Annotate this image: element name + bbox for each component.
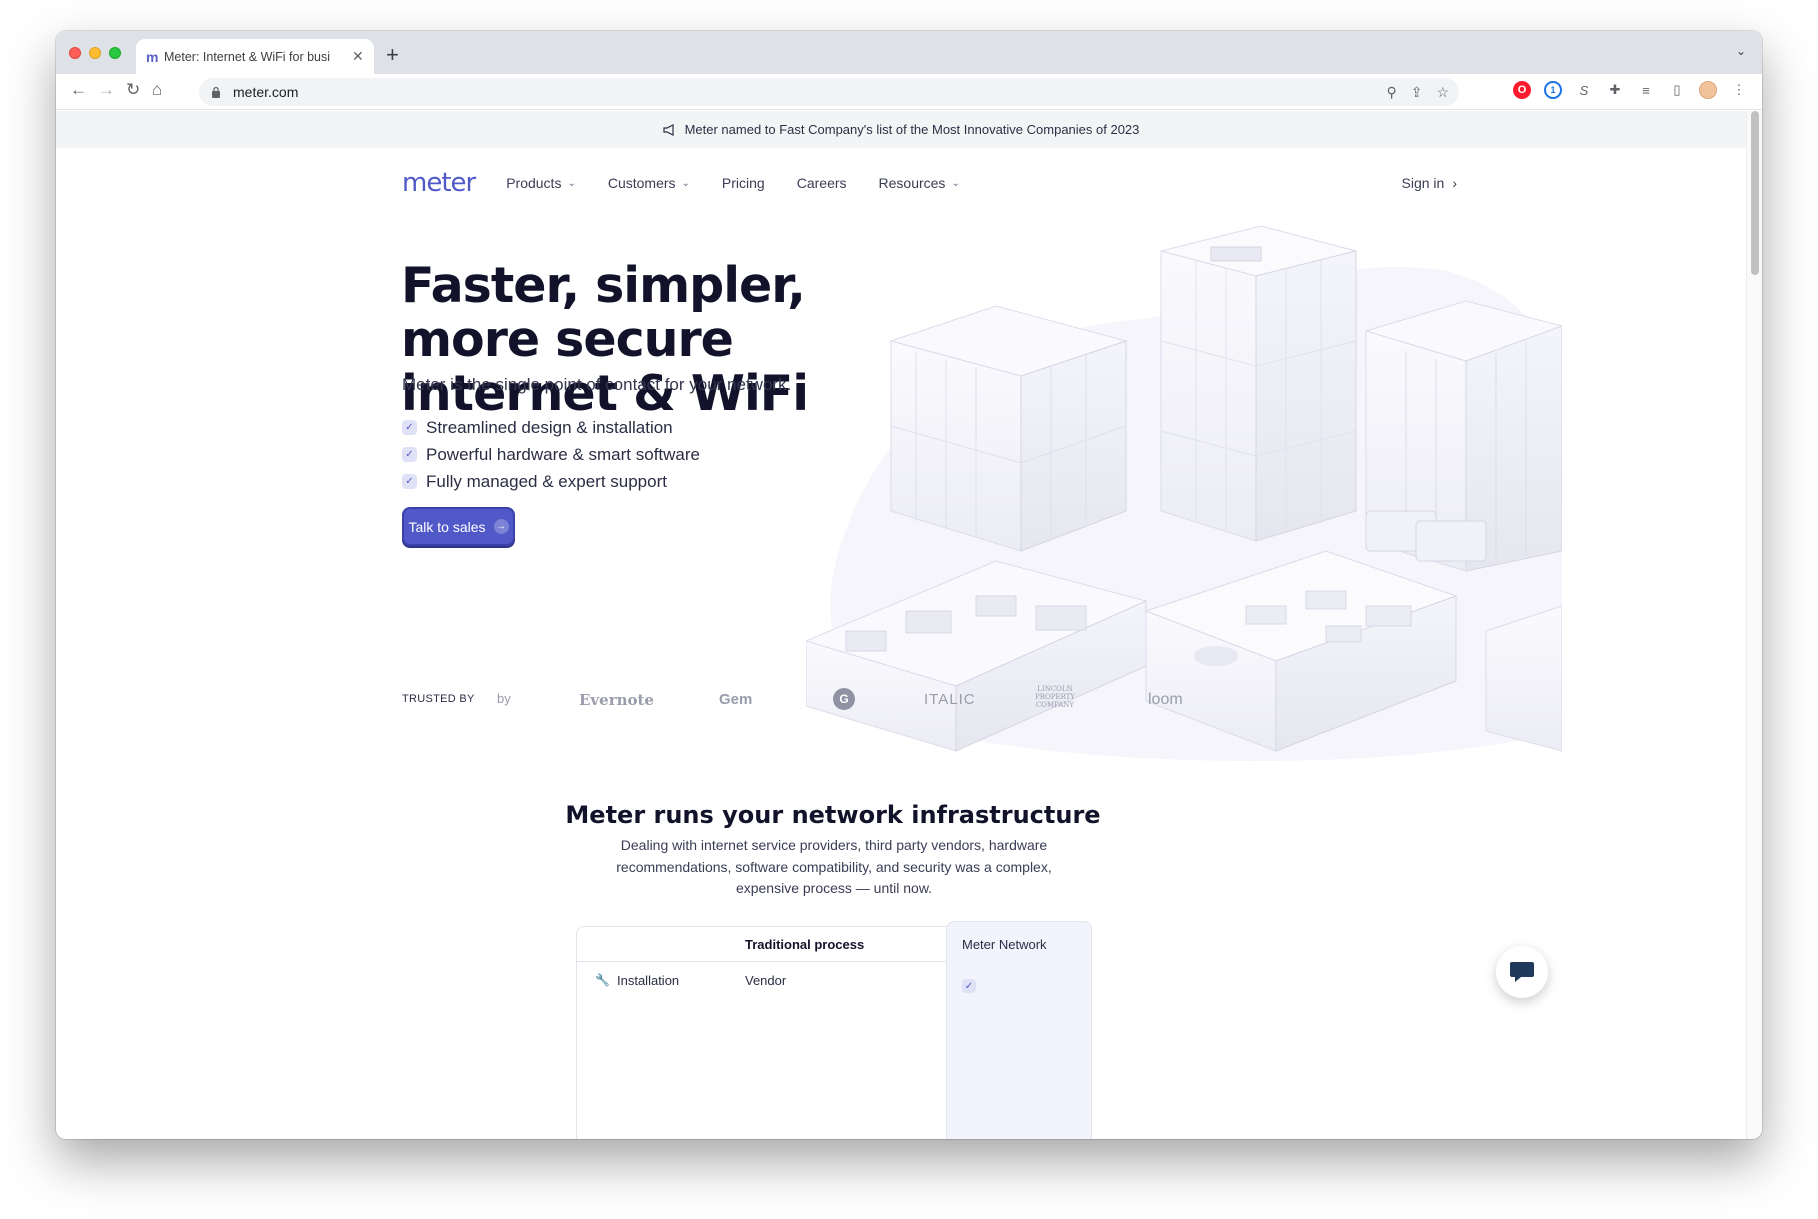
menu-kebab-icon[interactable]: ⋮ [1730, 81, 1748, 99]
checkmark-icon: ✓ [402, 447, 417, 462]
back-arrow-icon[interactable]: ← [70, 80, 87, 100]
tab-strip: m Meter: Internet & WiFi for busi ✕ + ⌄ [56, 31, 1762, 74]
minimize-window-button[interactable] [89, 47, 101, 59]
profile-avatar[interactable] [1699, 81, 1717, 99]
url-text: meter.com [233, 84, 299, 100]
customer-logo: by [497, 691, 511, 706]
trusted-by-logos: TRUSTED BY by Evernote Gem G ITALIC LINC… [402, 681, 1282, 717]
maximize-window-button[interactable] [109, 47, 121, 59]
reload-icon[interactable]: ↻ [126, 80, 140, 100]
hero-subtitle: Meter is the single point of contact for… [402, 375, 792, 394]
close-window-button[interactable] [69, 47, 81, 59]
forward-arrow-icon[interactable]: → [98, 80, 115, 100]
row-traditional-value: Vendor [745, 973, 787, 988]
feature-text: Powerful hardware & smart software [426, 444, 700, 464]
banner-text: Meter named to Fast Company's list of th… [684, 122, 1140, 137]
nav-label: Resources [878, 175, 946, 191]
puzzle-icon[interactable]: ✚ [1606, 81, 1624, 99]
chevron-down-icon: ⌄ [681, 177, 690, 189]
megaphone-icon [662, 123, 674, 136]
row-label: Installation [617, 973, 680, 988]
section-title: Meter runs your network infrastructure [565, 801, 1101, 829]
page-content: Meter named to Fast Company's list of th… [56, 111, 1746, 1139]
arrow-right-icon: → [493, 519, 509, 534]
nav-label: Careers [796, 175, 847, 191]
feature-checklist: ✓ Streamlined design & installation ✓ Powe… [402, 414, 700, 495]
lock-icon [212, 86, 220, 98]
talk-to-sales-button[interactable]: Talk to sales → [402, 507, 515, 546]
nav-label: Customers [607, 175, 676, 191]
share-icon[interactable]: ⇪ [1411, 84, 1423, 101]
feature-text: Streamlined design & installation [426, 417, 673, 437]
new-tab-icon[interactable]: + [386, 42, 399, 68]
nav-label: Pricing [721, 175, 765, 191]
home-icon[interactable]: ⌂ [152, 80, 162, 100]
section-description: Dealing with internet service providers,… [616, 837, 1052, 896]
1password-icon[interactable]: 1 [1544, 81, 1562, 99]
favicon-icon: m [146, 48, 159, 65]
sign-in-link[interactable]: Sign in › [1402, 175, 1457, 191]
chevron-down-icon: ⌄ [951, 177, 960, 189]
checkmark-icon: ✓ [402, 474, 417, 489]
gem-logo: Gem [719, 691, 753, 708]
nav-careers[interactable]: Careers [797, 175, 847, 191]
feature-text: Fully managed & expert support [426, 471, 667, 491]
media-icon[interactable]: ≡ [1637, 81, 1655, 99]
sign-in-label: Sign in [1401, 175, 1445, 191]
chevron-right-icon: › [1452, 175, 1457, 191]
address-bar[interactable]: meter.com ⚲ ⇪ ☆ [199, 78, 1459, 106]
trusted-by-label: TRUSTED BY [402, 693, 475, 705]
tab-title: Meter: Internet & WiFi for busi [164, 49, 331, 64]
tab-meter[interactable]: m Meter: Internet & WiFi for busi ✕ [136, 39, 374, 74]
announcement-banner[interactable]: Meter named to Fast Company's list of th… [56, 111, 1746, 148]
checkmark-icon: ✓ [402, 420, 417, 435]
browser-toolbar: ← → ↻ ⌂ meter.com ⚲ ⇪ ☆ O 1 S ✚ ≡ ▯ ⋮ [56, 74, 1762, 110]
evernote-logo: Evernote [579, 691, 654, 709]
bookmark-star-icon[interactable]: ☆ [1436, 84, 1449, 101]
italic-logo: ITALIC [924, 691, 976, 708]
cta-label: Talk to sales [408, 518, 486, 535]
loom-logo: loom [1148, 691, 1183, 708]
chat-widget-button[interactable] [1496, 946, 1548, 998]
wrench-icon: 🔧 [595, 973, 610, 987]
list-item: ✓ Powerful hardware & smart software [402, 441, 700, 468]
scrollbar-thumb[interactable] [1751, 111, 1759, 275]
checkmark-icon: ✓ [962, 979, 976, 993]
opera-icon[interactable]: O [1513, 81, 1531, 99]
list-item: ✓ Fully managed & expert support [402, 468, 700, 495]
column-meter-network: Meter Network ✓ [946, 921, 1092, 1139]
column-meter-label: Meter Network [962, 937, 1047, 952]
s-icon[interactable]: S [1575, 81, 1593, 99]
comparison-table: Traditional process Meter Network ✓ 🔧 In… [576, 921, 1092, 1139]
chat-bubble-icon [1510, 962, 1534, 982]
nav-pricing[interactable]: Pricing [722, 175, 765, 191]
g-logo: G [833, 688, 855, 710]
site-nav: meter Products ⌄ Customers ⌄ Pricing Caree… [402, 165, 1457, 201]
meter-logo[interactable]: meter [402, 168, 476, 198]
page-scrollbar[interactable] [1746, 111, 1762, 1139]
column-traditional: Traditional process [745, 937, 865, 952]
list-item: ✓ Streamlined design & installation [402, 414, 700, 441]
nav-label: Products [506, 175, 562, 191]
nav-resources[interactable]: Resources ⌄ [879, 175, 960, 191]
nav-products[interactable]: Products ⌄ [506, 175, 576, 191]
close-tab-icon[interactable]: ✕ [352, 48, 364, 65]
lincoln-property-logo: LINCOLN PROPERTY COMPANY [1035, 685, 1075, 709]
browser-window: m Meter: Internet & WiFi for busi ✕ + ⌄ … [56, 31, 1762, 1139]
chevron-down-icon: ⌄ [567, 177, 576, 189]
search-icon[interactable]: ⚲ [1386, 84, 1396, 101]
nav-customers[interactable]: Customers ⌄ [608, 175, 690, 191]
tab-search-chevron-icon[interactable]: ⌄ [1736, 44, 1746, 58]
sidepanel-icon[interactable]: ▯ [1668, 81, 1686, 99]
